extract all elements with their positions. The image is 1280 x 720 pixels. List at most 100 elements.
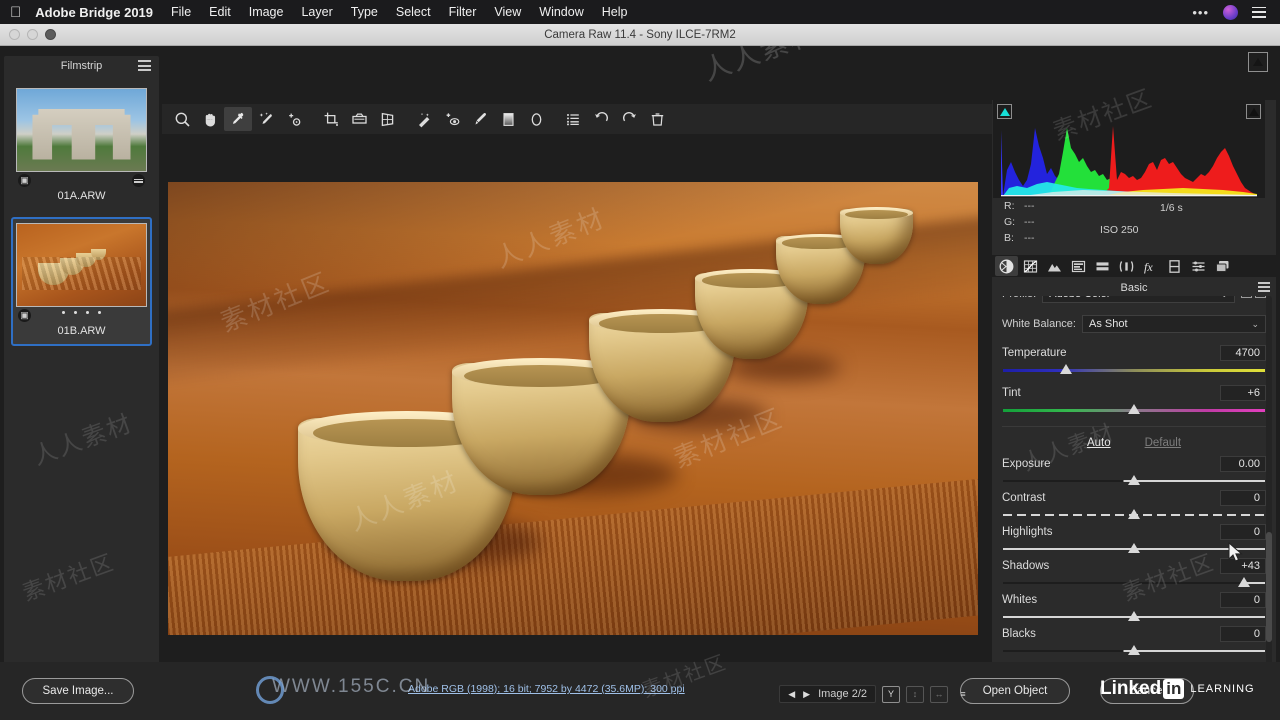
tab-snapshots[interactable] bbox=[1211, 256, 1234, 276]
straighten-tool-icon[interactable] bbox=[345, 107, 373, 131]
thumbnail-image[interactable] bbox=[16, 88, 147, 172]
menu-item-help[interactable]: Help bbox=[602, 5, 628, 19]
white-balance-value: As Shot bbox=[1088, 318, 1128, 330]
menu-item-filter[interactable]: Filter bbox=[449, 5, 477, 19]
color-sampler-tool-icon[interactable] bbox=[252, 107, 280, 131]
linkedin-learning-watermark: Linked in LEARNING bbox=[1100, 678, 1255, 700]
shutter-speed-value: 1/6 s bbox=[1160, 202, 1183, 214]
slider-temperature[interactable]: Temperature 4700 bbox=[992, 342, 1276, 376]
thumbnail-badges: ▣ bbox=[16, 172, 147, 188]
y-toggle-button[interactable]: Y bbox=[882, 685, 900, 703]
auto-button[interactable]: Auto bbox=[1087, 437, 1111, 449]
filmstrip-menu-icon[interactable] bbox=[138, 60, 151, 71]
slider-tint[interactable]: Tint +6 bbox=[992, 382, 1276, 416]
menu-item-edit[interactable]: Edit bbox=[209, 5, 231, 19]
highlights-value[interactable]: 0 bbox=[1220, 524, 1266, 540]
tab-calibration[interactable] bbox=[1163, 256, 1186, 276]
horizontal-split-button[interactable]: ↔ bbox=[930, 685, 948, 703]
linkedin-brand-text: Linked bbox=[1100, 678, 1162, 699]
preview-image[interactable]: 素材社区 人人素材 素材社区 人人素材 bbox=[168, 182, 978, 635]
image-canvas[interactable]: 素材社区 人人素材 素材社区 人人素材 bbox=[162, 138, 978, 678]
adjustment-brush-tool-icon[interactable] bbox=[466, 107, 494, 131]
exposure-value[interactable]: 0.00 bbox=[1220, 456, 1266, 472]
slider-exposure[interactable]: Exposure 0.00 bbox=[992, 453, 1276, 487]
tab-tone-curve[interactable] bbox=[1019, 256, 1042, 276]
adjustment-badge-icon[interactable] bbox=[132, 174, 145, 187]
tab-lens-corrections[interactable] bbox=[1115, 256, 1138, 276]
white-balance-tool-icon[interactable] bbox=[224, 107, 252, 131]
contrast-value[interactable]: 0 bbox=[1220, 490, 1266, 506]
menu-item-window[interactable]: Window bbox=[539, 5, 583, 19]
graduated-filter-tool-icon[interactable] bbox=[494, 107, 522, 131]
list-item[interactable]: ▣ 01B.ARW bbox=[11, 217, 152, 346]
targeted-adjustment-tool-icon[interactable] bbox=[280, 107, 308, 131]
blacks-value[interactable]: 0 bbox=[1220, 626, 1266, 642]
menu-item-view[interactable]: View bbox=[494, 5, 521, 19]
tint-label: Tint bbox=[1002, 387, 1021, 399]
list-item[interactable]: ▣ 01A.ARW bbox=[11, 82, 152, 211]
rating-dots[interactable] bbox=[16, 311, 147, 314]
preview-toggle-button[interactable] bbox=[1248, 52, 1268, 72]
control-center-icon[interactable] bbox=[1252, 6, 1266, 18]
rotate-right-tool-icon[interactable] bbox=[615, 107, 643, 131]
slider-contrast[interactable]: Contrast 0 bbox=[992, 487, 1276, 521]
image-navigator[interactable]: ◀ ▶ Image 2/2 bbox=[779, 685, 876, 703]
temperature-value[interactable]: 4700 bbox=[1220, 345, 1266, 361]
camera-raw-window: Filmstrip ▣ 01A.ARW ▣ 01B.ARW ◀ ▶ Image … bbox=[0, 46, 1280, 720]
profile-browser-icon[interactable] bbox=[1241, 296, 1266, 298]
radial-filter-tool-icon[interactable] bbox=[522, 107, 550, 131]
menu-item-type[interactable]: Type bbox=[351, 5, 378, 19]
thumbnail-image[interactable] bbox=[16, 223, 147, 307]
previous-image-button[interactable]: ◀ bbox=[788, 689, 795, 700]
whites-value[interactable]: 0 bbox=[1220, 592, 1266, 608]
profile-label: Profile: bbox=[1002, 296, 1036, 300]
g-value: --- bbox=[1024, 216, 1035, 228]
menu-item-image[interactable]: Image bbox=[249, 5, 284, 19]
highlight-clipping-warning-icon[interactable] bbox=[1246, 104, 1261, 119]
tab-effects[interactable]: fx bbox=[1139, 256, 1162, 276]
auto-default-row: Auto Default bbox=[992, 433, 1276, 453]
save-image-button[interactable]: Save Image... bbox=[22, 678, 134, 704]
delete-tool-icon[interactable] bbox=[643, 107, 671, 131]
preview-preferences-button[interactable]: ≡ bbox=[954, 686, 972, 703]
crop-tool-icon[interactable] bbox=[317, 107, 345, 131]
zoom-tool-icon[interactable] bbox=[168, 107, 196, 131]
hand-tool-icon[interactable] bbox=[196, 107, 224, 131]
default-button[interactable]: Default bbox=[1145, 437, 1181, 449]
basic-panel-scroll[interactable]: Profile: Adobe Color ⌄ White Balance: As… bbox=[992, 296, 1276, 678]
menu-item-layer[interactable]: Layer bbox=[301, 5, 332, 19]
menu-extras-icon[interactable]: ••• bbox=[1192, 5, 1209, 20]
rotate-left-tool-icon[interactable] bbox=[587, 107, 615, 131]
histogram[interactable] bbox=[993, 100, 1265, 198]
panel-tab-bar: fx bbox=[992, 255, 1276, 277]
shadow-clipping-warning-icon[interactable] bbox=[997, 104, 1012, 119]
tab-split-toning[interactable] bbox=[1091, 256, 1114, 276]
slider-whites[interactable]: Whites 0 bbox=[992, 589, 1276, 623]
apple-logo-icon[interactable]:  bbox=[10, 5, 21, 20]
spot-removal-tool-icon[interactable] bbox=[410, 107, 438, 131]
tab-detail[interactable] bbox=[1043, 256, 1066, 276]
filmstrip-header: Filmstrip bbox=[4, 56, 159, 76]
red-eye-tool-icon[interactable] bbox=[438, 107, 466, 131]
preferences-tool-icon[interactable] bbox=[559, 107, 587, 131]
menu-item-file[interactable]: File bbox=[171, 5, 191, 19]
vertical-split-button[interactable]: ↕ bbox=[906, 685, 924, 703]
menu-item-select[interactable]: Select bbox=[396, 5, 431, 19]
profile-select[interactable]: Adobe Color ⌄ bbox=[1042, 296, 1235, 303]
slider-blacks[interactable]: Blacks 0 bbox=[992, 623, 1276, 657]
linkedin-in-icon: in bbox=[1163, 679, 1185, 699]
transform-tool-icon[interactable] bbox=[373, 107, 401, 131]
r-value: --- bbox=[1024, 200, 1035, 212]
tab-hsl-adjustments[interactable] bbox=[1067, 256, 1090, 276]
tab-basic[interactable] bbox=[995, 256, 1018, 276]
panel-menu-icon[interactable] bbox=[1258, 282, 1270, 292]
blacks-label: Blacks bbox=[1002, 628, 1036, 640]
crop-badge-icon[interactable]: ▣ bbox=[18, 174, 31, 187]
tab-presets[interactable] bbox=[1187, 256, 1210, 276]
white-balance-select[interactable]: As Shot ⌄ bbox=[1081, 315, 1266, 333]
menu-item-app[interactable]: Adobe Bridge 2019 bbox=[35, 5, 153, 20]
workflow-options-link[interactable]: Adobe RGB (1998); 16 bit; 7952 by 4472 (… bbox=[408, 683, 685, 695]
next-image-button[interactable]: ▶ bbox=[803, 689, 810, 700]
tint-value[interactable]: +6 bbox=[1220, 385, 1266, 401]
siri-icon[interactable] bbox=[1223, 4, 1238, 20]
